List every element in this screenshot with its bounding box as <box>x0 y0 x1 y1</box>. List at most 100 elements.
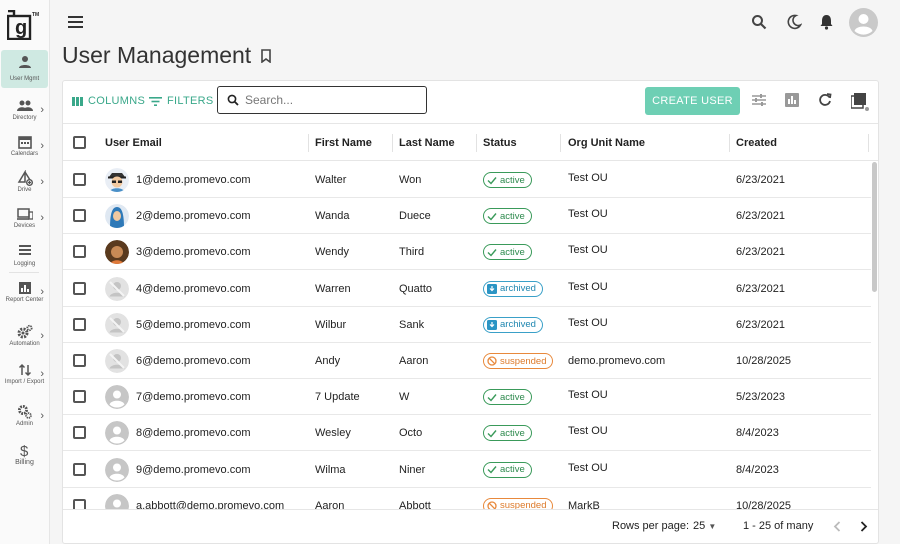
sidebar-item-automation[interactable]: Automation › <box>1 320 48 358</box>
table-row[interactable]: 2@demo.promevo.com Wanda Duece active Test O… <box>63 198 871 235</box>
column-header-first-name[interactable]: First Name <box>315 137 372 149</box>
user-avatar-icon[interactable] <box>849 8 878 37</box>
row-checkbox[interactable] <box>73 317 86 331</box>
table-row[interactable]: 7@demo.promevo.com 7 Update Wactive Test OU… <box>63 379 871 416</box>
previous-page-icon[interactable] <box>833 521 841 532</box>
cell-org-unit: Test OU <box>568 389 608 402</box>
cell-email[interactable]: 1@demo.promevo.com <box>136 174 251 186</box>
search-icon[interactable] <box>751 14 767 30</box>
column-header-email[interactable]: User Email <box>105 137 162 149</box>
column-separator[interactable] <box>560 134 561 152</box>
table-row[interactable]: 6@demo.promevo.com Andy Aaron suspended demo… <box>63 343 871 379</box>
column-header-org-unit[interactable]: Org Unit Name <box>568 137 645 149</box>
next-page-icon[interactable] <box>860 521 868 532</box>
column-header-status[interactable]: Status <box>483 137 517 149</box>
cell-email[interactable]: 6@demo.promevo.com <box>136 355 251 367</box>
check-icon <box>487 393 497 402</box>
sidebar-item-drive[interactable]: Drive › <box>1 166 48 204</box>
vertical-scrollbar[interactable] <box>871 162 878 509</box>
row-checkbox[interactable] <box>73 173 86 186</box>
notifications-bell-icon[interactable] <box>819 14 834 30</box>
sidebar-item-label: Import / Export <box>4 379 45 385</box>
column-separator[interactable] <box>392 134 393 152</box>
filters-button[interactable]: FILTERS <box>149 95 214 107</box>
cell-email[interactable]: 7@demo.promevo.com <box>136 391 251 403</box>
sidebar: g TM User Mgmt Directory › Calendars › D… <box>0 0 50 544</box>
cell-email[interactable]: 2@demo.promevo.com <box>136 210 251 222</box>
sidebar-item-calendars[interactable]: Calendars › <box>1 130 48 168</box>
cell-created: 6/23/2021 <box>736 282 785 295</box>
cell-email[interactable]: 9@demo.promevo.com <box>136 464 251 476</box>
cell-last-name: W <box>399 391 410 404</box>
cell-first-name: Warren <box>315 282 351 295</box>
row-checkbox[interactable] <box>73 390 86 404</box>
check-icon <box>487 429 497 438</box>
block-icon <box>487 356 497 366</box>
status-badge: suspended <box>483 353 554 369</box>
library-collection-icon[interactable] <box>851 93 869 111</box>
row-checkbox[interactable] <box>73 281 86 295</box>
cell-email[interactable]: 8@demo.promevo.com <box>136 427 251 439</box>
column-separator[interactable] <box>729 134 730 152</box>
admin-gear-icon <box>17 405 32 419</box>
user-avatar <box>105 168 129 192</box>
search-field[interactable] <box>217 86 427 114</box>
dark-mode-moon-icon[interactable] <box>786 14 802 30</box>
column-separator[interactable] <box>476 134 477 152</box>
cell-email[interactable]: a.abbott@demo.promevo.com <box>136 500 284 509</box>
table-row[interactable]: 5@demo.promevo.com Wilbur Sank archived Test… <box>63 307 871 343</box>
table-row[interactable]: 4@demo.promevo.com Warren Quatto archived Te… <box>63 271 871 307</box>
row-checkbox[interactable] <box>73 245 86 259</box>
row-checkbox[interactable] <box>73 426 86 440</box>
row-checkbox[interactable] <box>73 498 86 509</box>
scrollbar-thumb[interactable] <box>872 162 877 292</box>
table-row[interactable]: 8@demo.promevo.com Wesley Octo active Test O… <box>63 415 871 452</box>
sidebar-item-billing[interactable]: $ Billing <box>1 438 48 476</box>
row-checkbox[interactable] <box>73 209 86 223</box>
cell-last-name: Octo <box>399 427 423 440</box>
sidebar-item-devices[interactable]: Devices › <box>1 202 48 240</box>
create-user-button[interactable]: CREATE USER <box>645 87 740 115</box>
cell-email[interactable]: 3@demo.promevo.com <box>136 246 251 258</box>
table-row[interactable]: a.abbott@demo.promevo.com Aaron Abbott susp… <box>63 488 871 509</box>
tune-sliders-icon[interactable] <box>752 93 766 107</box>
sidebar-item-user-mgmt[interactable]: User Mgmt <box>1 50 48 88</box>
columns-button[interactable]: COLUMNS <box>72 95 145 107</box>
hamburger-menu-icon[interactable] <box>68 16 83 28</box>
sidebar-item-report-center[interactable]: Report Center › <box>1 276 48 314</box>
sidebar-item-logging[interactable]: Logging <box>1 238 48 276</box>
column-header-created[interactable]: Created <box>736 137 777 149</box>
column-separator[interactable] <box>868 134 869 152</box>
table-row[interactable]: 3@demo.promevo.com Wendy Third active Test O… <box>63 234 871 271</box>
user-table-card: COLUMNS FILTERS CREATE USER User Email F… <box>62 80 879 544</box>
select-all-checkbox[interactable] <box>73 136 86 149</box>
chart-icon[interactable] <box>785 93 799 107</box>
sidebar-item-label: Calendars <box>10 151 39 157</box>
cell-email[interactable]: 5@demo.promevo.com <box>136 319 251 331</box>
refresh-icon[interactable] <box>818 93 832 107</box>
cell-last-name: Won <box>399 174 422 186</box>
cell-created: 6/23/2021 <box>736 174 785 186</box>
trademark-mark: TM <box>32 12 39 18</box>
column-header-last-name[interactable]: Last Name <box>399 137 455 149</box>
cell-email[interactable]: 4@demo.promevo.com <box>136 283 251 295</box>
cell-first-name: Aaron <box>315 499 345 509</box>
row-checkbox[interactable] <box>73 462 86 476</box>
cell-last-name: Quatto <box>399 282 433 295</box>
rows-per-page-select[interactable]: 25 ▼ <box>693 520 716 532</box>
sidebar-item-import-export[interactable]: Import / Export › <box>1 358 48 396</box>
cell-org-unit: Test OU <box>568 244 608 257</box>
sidebar-item-label: Report Center <box>5 297 44 303</box>
sidebar-item-admin[interactable]: Admin › <box>1 400 48 438</box>
column-separator[interactable] <box>308 134 309 152</box>
search-input[interactable] <box>245 93 415 107</box>
bookmark-icon[interactable] <box>260 49 272 63</box>
app-logo[interactable]: g TM <box>7 10 41 40</box>
row-checkbox[interactable] <box>73 354 86 367</box>
cell-first-name: 7 Update <box>315 391 360 404</box>
sidebar-item-directory[interactable]: Directory › <box>1 94 48 132</box>
sidebar-item-label: Billing <box>15 459 34 466</box>
table-row[interactable]: 9@demo.promevo.com Wilma Niner active Test O… <box>63 452 871 488</box>
status-badge: archived <box>483 280 543 297</box>
table-row[interactable]: 1@demo.promevo.com Walter Won active Test OU… <box>63 162 871 198</box>
